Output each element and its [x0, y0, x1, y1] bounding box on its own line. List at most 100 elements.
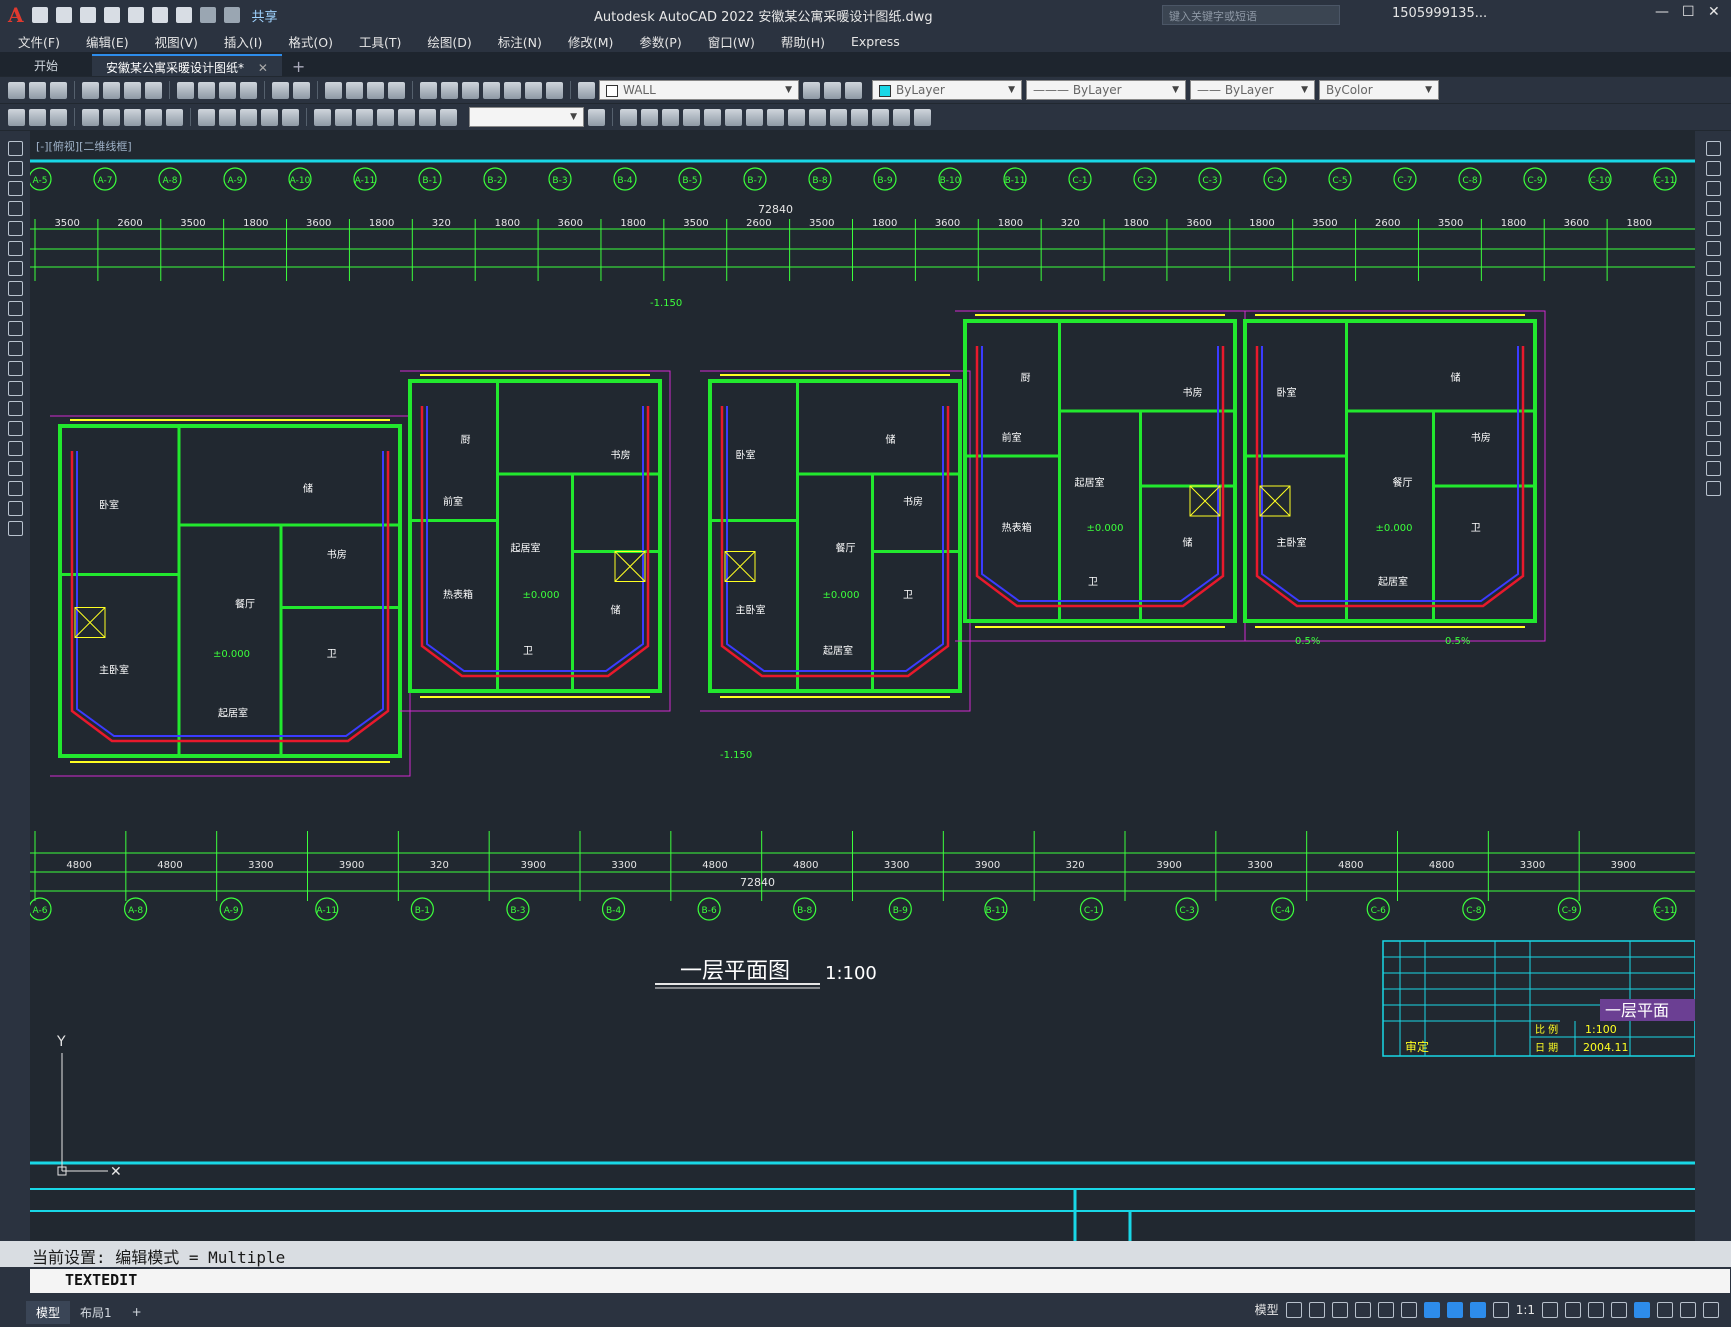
gradient-icon[interactable] — [7, 441, 23, 456]
copy-side-icon[interactable] — [1705, 161, 1721, 176]
mirror-side-icon[interactable] — [1705, 181, 1721, 196]
design-center-icon[interactable] — [441, 81, 458, 99]
menu-parametric[interactable]: 参数(P) — [639, 32, 681, 51]
dim-style-dropdown[interactable]: ▼ — [469, 107, 584, 127]
menu-view[interactable]: 视图(V) — [155, 32, 198, 51]
mtext-icon[interactable] — [7, 501, 23, 516]
break-icon[interactable] — [830, 108, 847, 126]
share-button[interactable]: 共享 — [252, 6, 278, 25]
zoom-window-icon[interactable] — [367, 81, 384, 99]
break-point-icon[interactable] — [1705, 361, 1721, 376]
workspace-gear-icon[interactable] — [1542, 1301, 1558, 1318]
tool-palettes-icon[interactable] — [462, 81, 479, 99]
point-icon[interactable] — [7, 401, 23, 416]
angular-icon[interactable] — [166, 108, 183, 126]
tab-start[interactable]: 开始 — [20, 54, 72, 76]
customize-icon[interactable] — [1703, 1301, 1719, 1318]
ortho-icon[interactable] — [1331, 1301, 1348, 1318]
plot-tool-icon[interactable] — [82, 81, 99, 99]
annotation-visibility-icon[interactable] — [1469, 1301, 1486, 1318]
dim-break-icon[interactable] — [282, 108, 299, 126]
3d-print-icon[interactable] — [145, 81, 162, 99]
extend-icon[interactable] — [809, 108, 826, 126]
properties-icon[interactable] — [420, 81, 437, 99]
fillet-icon[interactable] — [893, 108, 910, 126]
snap-icon[interactable] — [1308, 1301, 1325, 1318]
save-icon[interactable] — [79, 7, 96, 23]
baseline-icon[interactable] — [219, 108, 236, 126]
calculator-icon[interactable] — [525, 81, 542, 99]
spline-icon[interactable] — [7, 301, 23, 316]
layer-previous-icon[interactable] — [803, 81, 820, 99]
dim-text-edit-icon[interactable] — [419, 108, 436, 126]
break-side-icon[interactable] — [1705, 381, 1721, 396]
lineweight-icon[interactable] — [1446, 1301, 1463, 1318]
match-properties-icon[interactable] — [240, 81, 257, 99]
erase-icon[interactable] — [1705, 141, 1721, 156]
menu-edit[interactable]: 编辑(E) — [86, 32, 129, 51]
circle-icon[interactable] — [7, 261, 23, 276]
tab-document[interactable]: 安徽某公寓采暖设计图纸* ✕ — [92, 54, 282, 76]
isolate-objects-icon[interactable] — [1657, 1301, 1673, 1318]
undo-tool-icon[interactable] — [272, 81, 289, 99]
stretch-side-icon[interactable] — [1705, 301, 1721, 316]
model-space-label[interactable]: 模型 — [1255, 1301, 1279, 1318]
hardware-accel-icon[interactable] — [1634, 1301, 1650, 1318]
maximize-icon[interactable]: ☐ — [1682, 4, 1695, 20]
annotation-monitor-icon[interactable] — [1565, 1301, 1581, 1318]
save-as-icon[interactable] — [103, 7, 120, 23]
offset-icon[interactable] — [662, 108, 679, 126]
make-block-icon[interactable] — [7, 381, 23, 396]
chamfer-side-icon[interactable] — [1705, 421, 1721, 436]
units-icon[interactable] — [1588, 1301, 1604, 1318]
scale-value-label[interactable]: 1:1 — [1516, 1303, 1535, 1317]
open-icon[interactable] — [29, 81, 46, 99]
help-tool-icon[interactable] — [546, 81, 563, 99]
line-icon[interactable] — [7, 141, 23, 156]
preview-icon[interactable] — [103, 81, 120, 99]
construction-line-icon[interactable] — [7, 161, 23, 176]
inspection-icon[interactable] — [356, 108, 373, 126]
move-side-icon[interactable] — [1705, 241, 1721, 256]
explode-side-icon[interactable] — [1705, 481, 1721, 496]
plotstyle-dropdown[interactable]: ByColor ▼ — [1319, 80, 1439, 100]
array-side-icon[interactable] — [1705, 221, 1721, 236]
lineweight-dropdown[interactable]: —— ByLayer ▼ — [1190, 80, 1315, 100]
aligned-dim-icon[interactable] — [29, 108, 46, 126]
diameter-icon[interactable] — [145, 108, 162, 126]
tab-model[interactable]: 模型 — [26, 1300, 71, 1324]
markup-icon[interactable] — [504, 81, 521, 99]
ellipse-icon[interactable] — [7, 321, 23, 336]
ordinate-icon[interactable] — [82, 108, 99, 126]
save-tool-icon[interactable] — [50, 81, 67, 99]
undo-icon[interactable] — [199, 7, 216, 23]
command-input[interactable]: TEXTEDIT — [30, 1269, 1730, 1293]
center-mark-icon[interactable] — [335, 108, 352, 126]
publish-icon[interactable] — [124, 81, 141, 99]
jogged-linear-icon[interactable] — [377, 108, 394, 126]
continue-icon[interactable] — [240, 108, 257, 126]
quick-properties-icon[interactable] — [1611, 1301, 1627, 1318]
add-selected-icon[interactable] — [7, 521, 23, 536]
quick-dim-icon[interactable] — [198, 108, 215, 126]
annotation-scale-icon[interactable] — [1492, 1301, 1509, 1318]
linetype-dropdown[interactable]: ——— ByLayer ▼ — [1026, 80, 1186, 100]
linear-dim-icon[interactable] — [8, 108, 25, 126]
open-from-web-icon[interactable] — [127, 7, 144, 23]
save-to-web-icon[interactable] — [151, 7, 168, 23]
redo-icon[interactable] — [223, 7, 240, 23]
dim-space-icon[interactable] — [261, 108, 278, 126]
menu-help[interactable]: 帮助(H) — [781, 32, 825, 51]
menu-tools[interactable]: 工具(T) — [359, 32, 401, 51]
new-file-icon[interactable] — [31, 7, 48, 23]
qnew-icon[interactable] — [8, 81, 25, 99]
menu-window[interactable]: 窗口(W) — [708, 32, 755, 51]
dim-update-icon[interactable] — [440, 108, 457, 126]
dim-style-icon[interactable] — [588, 108, 605, 126]
copy-tool-icon[interactable] — [620, 108, 637, 126]
osnap-icon[interactable] — [1423, 1301, 1440, 1318]
color-dropdown[interactable]: ByLayer ▼ — [872, 80, 1022, 100]
redo-tool-icon[interactable] — [293, 81, 310, 99]
ellipse-arc-icon[interactable] — [7, 341, 23, 356]
minimize-icon[interactable]: — — [1655, 4, 1669, 20]
